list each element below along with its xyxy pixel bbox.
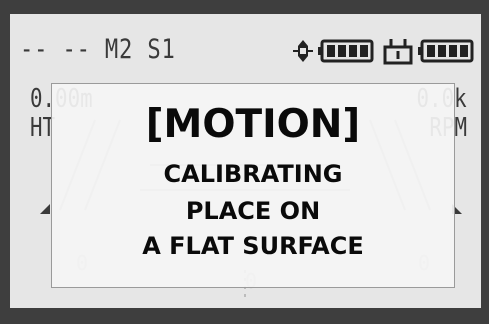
battery-full-icon [318,39,374,67]
calibration-dialog: [MOTION] CALIBRATING PLACE ON A FLAT SUR… [51,83,455,288]
dialog-message-line-1: CALIBRATING [163,160,343,188]
left-level-marker [40,204,50,214]
tripod-icon [381,37,415,69]
motion-sensor-icon [292,38,314,68]
dialog-title: [MOTION] [145,102,361,147]
dialog-message-line-2: PLACE ON [185,197,321,225]
dialog-message-line-3: A FLAT SURFACE [142,232,364,260]
battery-full-icon [418,39,474,67]
mode-status-text: -- -- M2 S1 [20,34,176,65]
